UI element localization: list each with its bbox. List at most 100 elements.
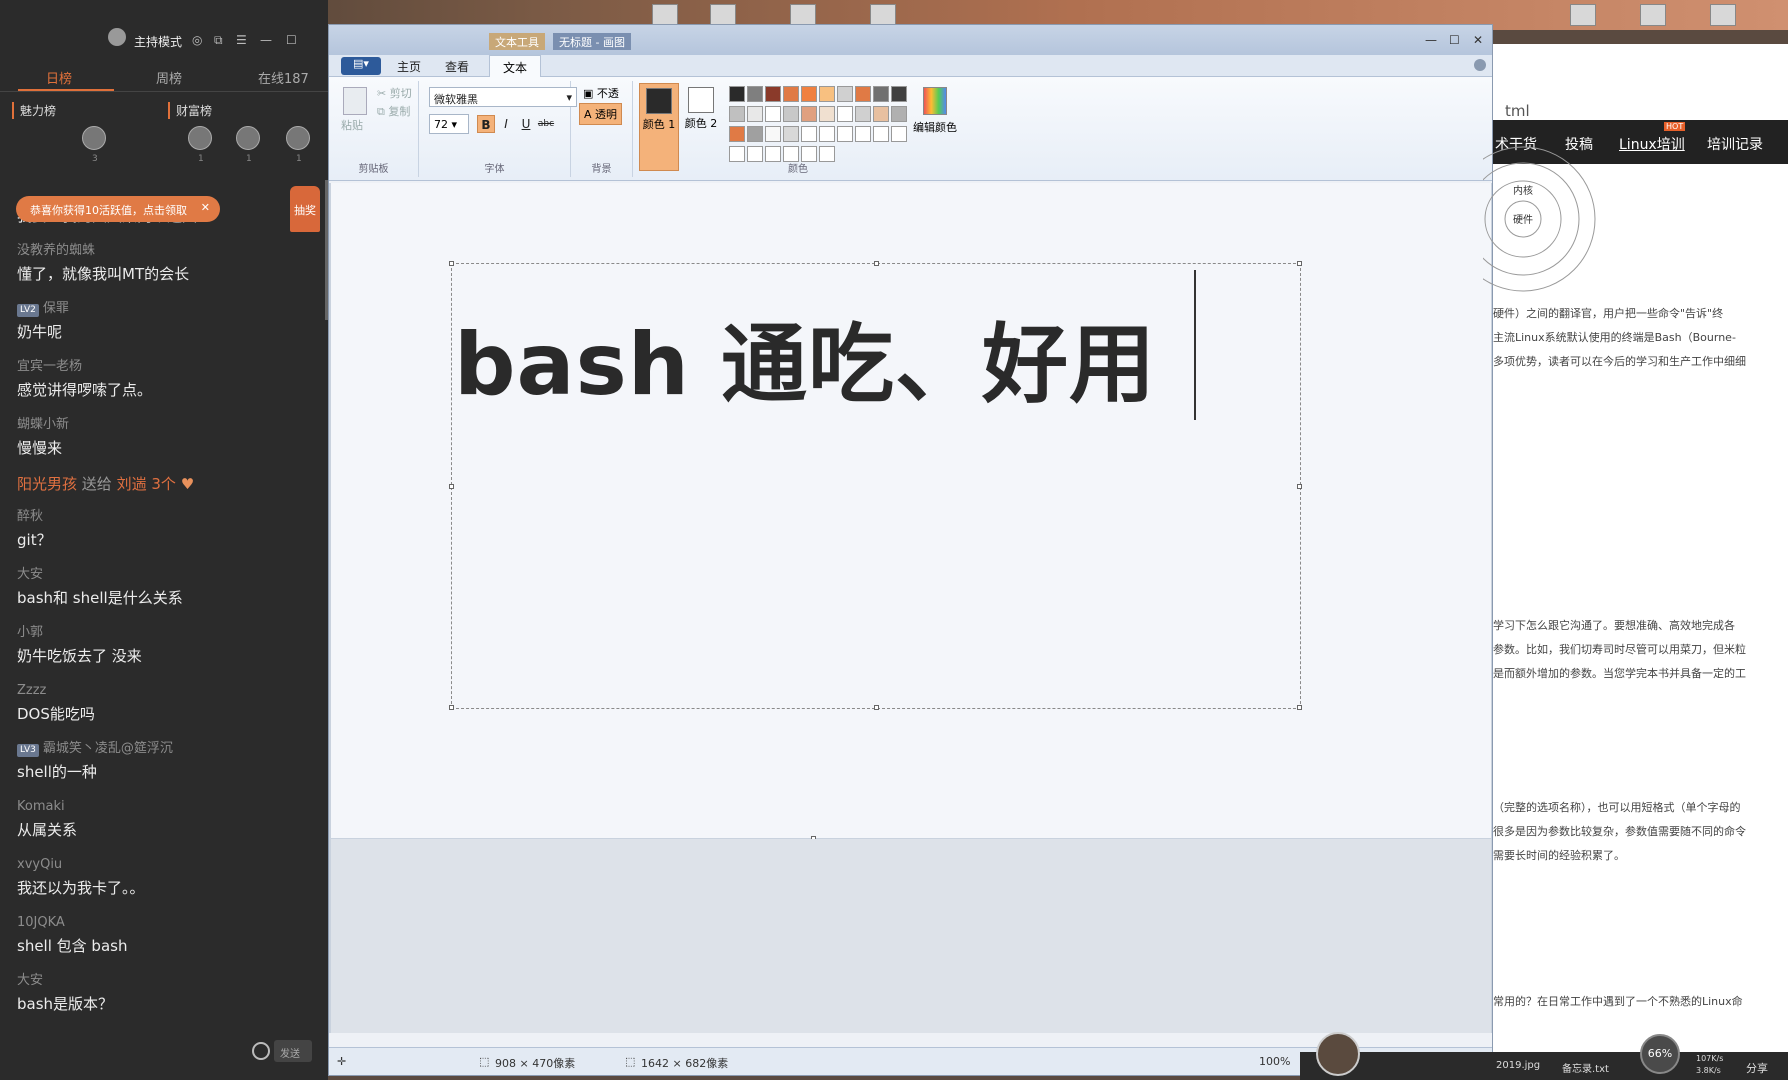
desktop-file-icon[interactable] [1710, 4, 1736, 26]
chat-username[interactable]: 小郭 [17, 622, 317, 644]
gift-sender[interactable]: 阳光男孩 [17, 475, 77, 493]
menu-icon[interactable]: ☰ [236, 33, 247, 47]
palette-swatch[interactable] [783, 86, 799, 102]
resize-handle[interactable] [874, 705, 879, 710]
chat-username[interactable]: LV3 霸城笑丶凌乱@筵浮沉 [17, 738, 317, 760]
desktop-file-icon[interactable] [710, 4, 736, 26]
desktop-file-icon[interactable] [870, 4, 896, 26]
chat-username[interactable]: 大安 [17, 970, 317, 992]
tab-weekly[interactable]: 周榜 [156, 68, 182, 87]
send-button[interactable]: 发送 [274, 1040, 312, 1062]
color1-button[interactable]: 颜色 1 [639, 83, 679, 171]
chat-username-text[interactable]: 霸城笑丶凌乱@筵浮沉 [43, 741, 173, 756]
palette-swatch[interactable] [873, 126, 889, 142]
host-mode-label[interactable]: 主持模式 [134, 33, 182, 50]
palette-swatch[interactable] [801, 126, 817, 142]
copy-button[interactable]: ⧉ 复制 [377, 103, 410, 119]
palette-swatch[interactable] [855, 126, 871, 142]
settings-icon[interactable]: ◎ [192, 33, 202, 47]
chat-username-text[interactable]: 保罪 [43, 301, 69, 316]
maximize-icon[interactable]: ☐ [286, 33, 297, 47]
close-icon[interactable]: ✕ [1473, 33, 1483, 47]
resize-handle[interactable] [874, 261, 879, 266]
palette-swatch[interactable] [729, 126, 745, 142]
chat-username[interactable]: 蝴蝶小新 [17, 414, 317, 436]
chat-username[interactable]: xvyQiu [17, 854, 317, 876]
resize-handle[interactable] [449, 705, 454, 710]
cut-button[interactable]: ✂ 剪切 [377, 85, 412, 101]
tab-home[interactable]: 主页 [397, 58, 421, 75]
palette-swatch[interactable] [765, 86, 781, 102]
host-avatar[interactable] [108, 28, 126, 46]
resize-handle[interactable] [1297, 484, 1302, 489]
palette-swatch[interactable] [873, 86, 889, 102]
desktop-file-icon[interactable] [652, 4, 678, 26]
avatar[interactable] [188, 126, 212, 150]
color2-button[interactable]: 颜色 2 [681, 83, 721, 171]
palette-swatch[interactable] [765, 106, 781, 122]
help-icon[interactable] [1474, 59, 1486, 71]
palette-swatch[interactable] [729, 86, 745, 102]
file-menu-button[interactable]: ▤▾ [341, 57, 381, 75]
resize-handle[interactable] [1297, 261, 1302, 266]
palette-swatch[interactable] [747, 86, 763, 102]
palette-swatch[interactable] [891, 106, 907, 122]
minimize-icon[interactable]: — [260, 33, 272, 47]
font-family-select[interactable]: 微软雅黑 ▾ [429, 87, 577, 107]
palette-swatch[interactable] [747, 106, 763, 122]
desktop-file-icon[interactable] [1640, 4, 1666, 26]
tab-text[interactable]: 文本 [489, 55, 541, 78]
palette-swatch[interactable] [837, 126, 853, 142]
palette-swatch[interactable] [891, 86, 907, 102]
edit-colors-button[interactable]: 编辑颜色 [913, 87, 957, 135]
minimize-icon[interactable]: — [1425, 33, 1437, 47]
chat-username[interactable]: Zzzz [17, 680, 317, 702]
emoji-icon[interactable] [252, 1042, 270, 1060]
italic-button[interactable]: I [497, 115, 515, 133]
taskbar-note[interactable]: 备忘录.txt [1562, 1060, 1609, 1075]
palette-swatch[interactable] [855, 106, 871, 122]
palette-swatch[interactable] [765, 126, 781, 142]
chat-username[interactable]: Komaki [17, 796, 317, 818]
bold-button[interactable]: B [477, 115, 495, 133]
resize-handle[interactable] [449, 484, 454, 489]
palette-swatch[interactable] [747, 126, 763, 142]
chat-username[interactable]: 醉秋 [17, 506, 317, 528]
chat-username[interactable]: 10JQKA [17, 912, 317, 934]
paste-button[interactable]: 粘贴 [341, 117, 363, 133]
copy-icon[interactable]: ⧉ [214, 33, 223, 48]
palette-swatch[interactable] [819, 126, 835, 142]
tab-online[interactable]: 在线187 [258, 68, 309, 87]
transparent-option[interactable]: A 透明 [579, 103, 623, 125]
palette-swatch[interactable] [837, 106, 853, 122]
palette-swatch[interactable] [873, 106, 889, 122]
lottery-button[interactable]: 抽奖 [290, 186, 320, 232]
share-button[interactable]: 分享 [1746, 1060, 1768, 1076]
text-box[interactable]: bash 通吃、好用 [449, 261, 1302, 710]
nav-item[interactable]: 培训记录 [1707, 134, 1763, 154]
gift-receiver[interactable]: 刘遄 [117, 475, 147, 493]
palette-swatch[interactable] [783, 126, 799, 142]
font-size-select[interactable]: 72 ▾ [429, 114, 469, 134]
taskbar-file[interactable]: 2019.jpg [1496, 1060, 1540, 1071]
chat-username[interactable]: 大安 [17, 564, 317, 586]
palette-swatch[interactable] [729, 106, 745, 122]
palette-swatch[interactable] [801, 86, 817, 102]
desktop-file-icon[interactable] [1570, 4, 1596, 26]
palette-swatch[interactable] [819, 106, 835, 122]
canvas-text[interactable]: bash 通吃、好用 [454, 294, 1156, 419]
chat-username[interactable]: LV2 保罪 [17, 298, 317, 320]
resize-handle[interactable] [1297, 705, 1302, 710]
desktop-file-icon[interactable] [790, 4, 816, 26]
close-icon[interactable]: ✕ [201, 201, 210, 214]
paste-icon[interactable] [343, 87, 367, 115]
paint-titlebar[interactable]: 文本工具 无标题 - 画图 — ☐ ✕ [329, 25, 1492, 55]
avatar[interactable] [286, 126, 310, 150]
underline-button[interactable]: U [517, 115, 535, 133]
chat-username[interactable]: 宜宾一老杨 [17, 356, 317, 378]
palette-swatch[interactable] [801, 106, 817, 122]
resize-handle[interactable] [449, 261, 454, 266]
palette-swatch[interactable] [783, 106, 799, 122]
chat-username[interactable]: 没教养的蜘蛛 [17, 240, 317, 262]
reward-toast[interactable]: 恭喜你获得10活跃值，点击领取 ✕ [16, 196, 220, 222]
